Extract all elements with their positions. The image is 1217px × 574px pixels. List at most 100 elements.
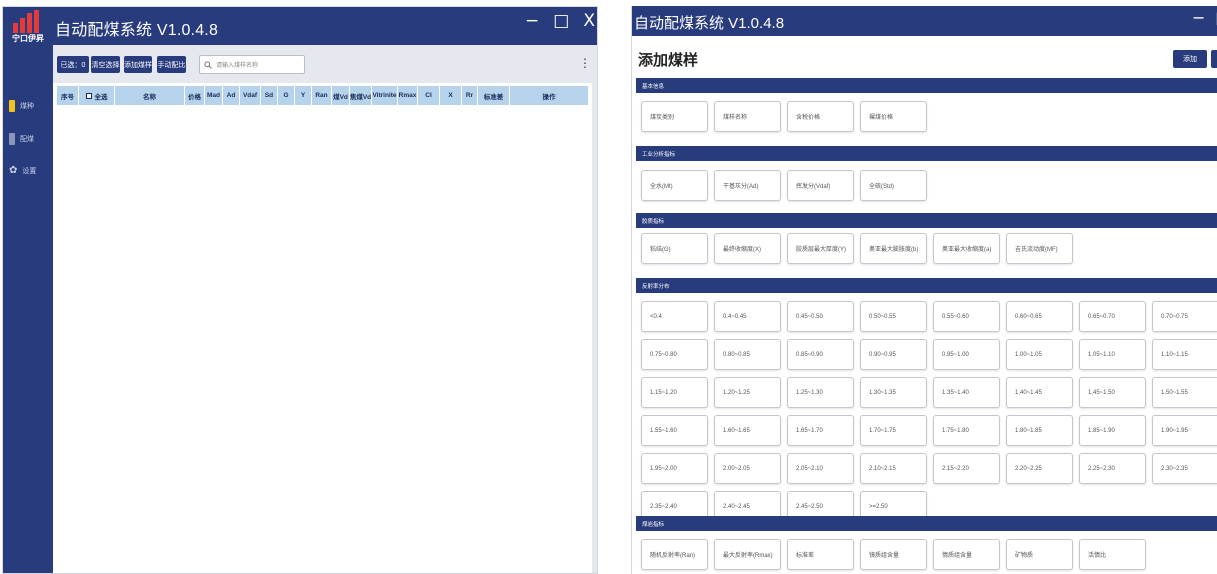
form-input-field[interactable]: 1.05~1.10 (1079, 339, 1146, 370)
col-x: X (440, 86, 462, 105)
table-body (57, 105, 588, 573)
form-input-field[interactable]: 0.55~0.60 (933, 301, 1000, 332)
select-all-label: 全选 (94, 93, 108, 101)
form-input-field[interactable]: 1.95~2.00 (641, 453, 708, 484)
window-title: 自动配煤系统 V1.0.4.8 (55, 22, 219, 39)
secondary-button[interactable] (1211, 50, 1217, 68)
add-coal-button[interactable]: 添加煤样 (124, 56, 152, 73)
form-input-field[interactable]: 随机反射率(Ran) (641, 539, 708, 570)
form-input-field[interactable]: 2.05~2.10 (787, 453, 854, 484)
col-ran: Ran (312, 86, 332, 105)
minimize-button[interactable]: − (525, 11, 539, 31)
form-input-field[interactable]: 全水(Mt) (641, 170, 708, 201)
form-input-field[interactable]: 矿物质 (1006, 539, 1073, 570)
scrollbar-track[interactable] (592, 83, 597, 573)
col-coal-vd: 煤Vd (332, 86, 350, 105)
form-input-field[interactable]: 全硫(Std) (860, 170, 927, 201)
sidebar-item-settings[interactable]: ✿ 设置 (9, 161, 51, 181)
form-input-field[interactable]: <0.4 (641, 301, 708, 332)
toolbar: 已选：0 清空选择 添加煤样 手动配比 请输入煤样名称 ⋮ (53, 45, 597, 83)
form-input-field[interactable]: 2.25~2.30 (1079, 453, 1146, 484)
title-bar: 宁口伊昇 自动配煤系统 V1.0.4.8 − □ X (3, 7, 597, 45)
form-input-field[interactable]: 挥发分(Vdaf) (787, 170, 854, 201)
form-input-field[interactable]: 奥亚最大膨胀度(b) (860, 233, 927, 264)
form-input-field[interactable]: 1.40~1.45 (1006, 377, 1073, 408)
search-icon (204, 60, 212, 69)
form-input-field[interactable]: 0.95~1.00 (933, 339, 1000, 370)
sidebar-item-coal[interactable]: 煤种 (9, 96, 51, 116)
section-header: 工业分析指标 (636, 146, 1217, 161)
form-input-field[interactable]: 0.75~0.80 (641, 339, 708, 370)
form-input-field[interactable]: 1.15~1.20 (641, 377, 708, 408)
form-input-field[interactable]: 煤样名称 (714, 101, 781, 132)
col-std-dev: 标准差 (478, 86, 510, 105)
form-input-field[interactable]: 镜质组含量 (860, 539, 927, 570)
form-input-field[interactable]: 0.80~0.85 (714, 339, 781, 370)
form-input-field[interactable]: 1.60~1.65 (714, 415, 781, 446)
form-input-field[interactable]: 1.65~1.70 (787, 415, 854, 446)
col-ad: Ad (223, 86, 240, 105)
checkbox-icon[interactable] (85, 92, 92, 99)
sidebar-item-blend[interactable]: 配煤 (9, 129, 51, 149)
close-button[interactable]: X (583, 11, 595, 31)
form-input-field[interactable]: 1.55~1.60 (641, 415, 708, 446)
form-input-field[interactable]: 0.45~0.50 (787, 301, 854, 332)
form-input-field[interactable]: 0.90~0.95 (860, 339, 927, 370)
form-input-field[interactable]: 0.50~0.55 (860, 301, 927, 332)
form-input-field[interactable]: 1.35~1.40 (933, 377, 1000, 408)
form-input-field[interactable]: 惰质组含量 (933, 539, 1000, 570)
form-input-field[interactable]: 1.10~1.15 (1152, 339, 1217, 370)
form-input-field[interactable]: 1.50~1.55 (1152, 377, 1217, 408)
col-select-all[interactable]: 全选 (79, 86, 115, 105)
section-header: 反射率分布 (636, 278, 1217, 293)
form-input-field[interactable]: 奥亚最大收缩度(a) (933, 233, 1000, 264)
form-input-field[interactable]: 粘结(G) (641, 233, 708, 264)
blend-icon (9, 133, 15, 145)
form-input-field[interactable]: 0.65~0.70 (1079, 301, 1146, 332)
form-input-field[interactable]: 活惰比 (1079, 539, 1146, 570)
form-input-field[interactable]: 吉氏流动度(MF) (1006, 233, 1073, 264)
form-input-field[interactable]: 胶质层最大厚度(Y) (787, 233, 854, 264)
form-input-field[interactable]: 煤炭类别 (641, 101, 708, 132)
form-input-field[interactable]: 2.00~2.05 (714, 453, 781, 484)
col-vdaf: Vdaf (240, 86, 261, 105)
form-input-field[interactable]: 最大反射率(Rmax) (714, 539, 781, 570)
more-options-icon[interactable]: ⋮ (579, 56, 591, 70)
clear-selection-button[interactable]: 清空选择 (91, 56, 120, 73)
form-input-field[interactable]: 最终收缩度(X) (714, 233, 781, 264)
minimize-button[interactable]: − (1192, 8, 1205, 27)
form-input-field[interactable]: 0.4~0.45 (714, 301, 781, 332)
form-input-field[interactable]: 1.90~1.95 (1152, 415, 1217, 446)
form-input-field[interactable]: 1.25~1.30 (787, 377, 854, 408)
gear-icon: ✿ (9, 165, 18, 176)
col-price: 价格 (185, 86, 205, 105)
form-input-field[interactable]: 2.15~2.20 (933, 453, 1000, 484)
manual-blend-button[interactable]: 手动配比 (157, 56, 186, 73)
window-title: 自动配煤系统 V1.0.4.8 (634, 15, 785, 32)
add-button[interactable]: 添加 (1173, 50, 1207, 68)
maximize-button[interactable]: □ (553, 11, 569, 31)
form-input-field[interactable]: 1.85~1.90 (1079, 415, 1146, 446)
sidebar-item-label: 设置 (22, 168, 37, 175)
col-index: 序号 (57, 86, 79, 105)
form-input-field[interactable]: 含税价格 (787, 101, 854, 132)
form-input-field[interactable]: 1.70~1.75 (860, 415, 927, 446)
form-input-field[interactable]: 裸煤价格 (860, 101, 927, 132)
form-input-field[interactable]: 1.00~1.05 (1006, 339, 1073, 370)
search-input[interactable]: 请输入煤样名称 (199, 55, 305, 74)
form-input-field[interactable]: 0.60~0.65 (1006, 301, 1073, 332)
form-input-field[interactable]: 1.20~1.25 (714, 377, 781, 408)
form-input-field[interactable]: 1.75~1.80 (933, 415, 1000, 446)
logo-chart-icon: 宁口伊昇 (12, 10, 44, 43)
form-input-field[interactable]: 1.45~1.50 (1079, 377, 1146, 408)
form-input-field[interactable]: 0.70~0.75 (1152, 301, 1217, 332)
form-input-field[interactable]: 干基灰分(Ad) (714, 170, 781, 201)
form-input-field[interactable]: 0.85~0.90 (787, 339, 854, 370)
form-input-field[interactable]: 2.30~2.35 (1152, 453, 1217, 484)
form-input-field[interactable]: 2.10~2.15 (860, 453, 927, 484)
form-input-field[interactable]: 标准差 (787, 539, 854, 570)
window-controls: − □ X (525, 11, 595, 31)
form-input-field[interactable]: 1.30~1.35 (860, 377, 927, 408)
form-input-field[interactable]: 1.80~1.85 (1006, 415, 1073, 446)
form-input-field[interactable]: 2.20~2.25 (1006, 453, 1073, 484)
